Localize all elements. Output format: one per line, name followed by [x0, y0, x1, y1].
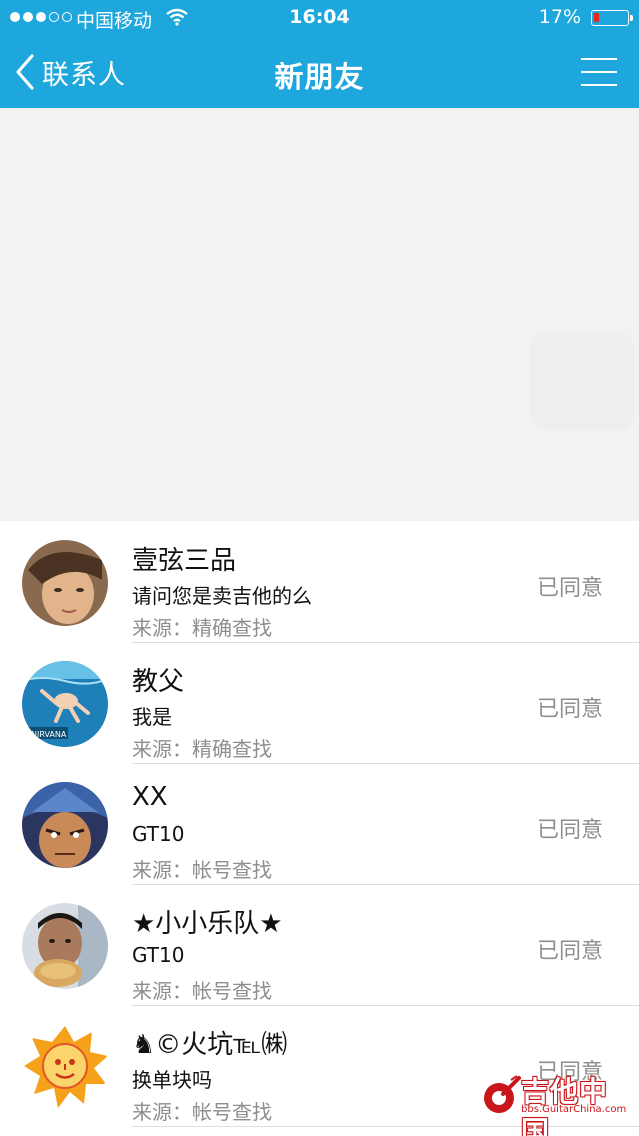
watermark-url: bbs.GuitarChina.com [521, 1104, 627, 1115]
request-source: 来源：帐号查找 [132, 858, 272, 882]
avatar [22, 540, 108, 626]
contact-name: 教父 [132, 667, 185, 697]
request-message: 换单块吗 [132, 1068, 212, 1092]
svg-text:NIRVANA: NIRVANA [31, 730, 67, 739]
request-message: 请问您是卖吉他的么 [132, 584, 312, 608]
friend-request-row[interactable]: NIRVANA 教父 我是 来源：精确查找 已同意 [0, 643, 639, 764]
menu-line [581, 58, 617, 60]
navigation-bar: 联系人 新朋友 [0, 36, 639, 108]
page-title: 新朋友 [274, 60, 365, 94]
banner-placeholder [530, 332, 634, 430]
contact-name: ♞©火坑℡㈱ [132, 1030, 288, 1060]
request-message: 我是 [132, 705, 172, 729]
guitar-logo-icon [484, 1075, 521, 1113]
battery-icon [591, 10, 633, 26]
menu-line [581, 84, 617, 86]
avatar: NIRVANA [22, 661, 108, 747]
avatar [22, 782, 108, 868]
accepted-status: 已同意 [536, 697, 603, 722]
accepted-status: 已同意 [536, 576, 603, 601]
site-watermark: 吉他中国 bbs.GuitarChina.com [481, 1070, 631, 1136]
watermark-title: 吉他中国 [521, 1075, 609, 1136]
avatar-image: NIRVANA [22, 661, 108, 747]
request-source: 来源：帐号查找 [132, 1100, 272, 1124]
friend-request-list: 壹弦三品 请问您是卖吉他的么 来源：精确查找 已同意 NIRVANA 教父 我是 [0, 522, 639, 1127]
new-friends-screen: 中国移动 16:04 17% 联系人 新朋友 壹弦三品 请问您是卖吉他的么 来源… [0, 0, 639, 1136]
request-source: 来源：帐号查找 [132, 979, 272, 1003]
avatar-image [22, 1024, 108, 1110]
accepted-status: 已同意 [536, 818, 603, 843]
banner-area [0, 108, 639, 521]
friend-request-row[interactable]: XX GT10 来源：帐号查找 已同意 [0, 764, 639, 885]
status-bar: 中国移动 16:04 17% [0, 0, 639, 36]
contact-name: 壹弦三品 [132, 546, 237, 576]
battery-level [594, 13, 599, 22]
friend-request-row[interactable]: ★小小乐队★ GT10 来源：帐号查找 已同意 [0, 885, 639, 1006]
request-source: 来源：精确查找 [132, 737, 272, 761]
request-message: GT10 [132, 822, 185, 846]
battery-percent: 17% [538, 6, 581, 28]
accepted-status: 已同意 [536, 939, 603, 964]
menu-line [581, 71, 617, 73]
avatar-image [22, 782, 108, 868]
avatar-image [22, 903, 108, 989]
contact-name: XX [132, 782, 168, 812]
top-bar: 中国移动 16:04 17% 联系人 新朋友 [0, 0, 639, 108]
avatar [22, 903, 108, 989]
menu-icon[interactable] [581, 56, 617, 88]
avatar-image [22, 540, 108, 626]
friend-request-row[interactable]: 壹弦三品 请问您是卖吉他的么 来源：精确查找 已同意 [0, 522, 639, 643]
request-message: GT10 [132, 943, 185, 967]
avatar [22, 1024, 108, 1110]
request-source: 来源：精确查找 [132, 616, 272, 640]
contact-name: ★小小乐队★ [132, 909, 283, 939]
